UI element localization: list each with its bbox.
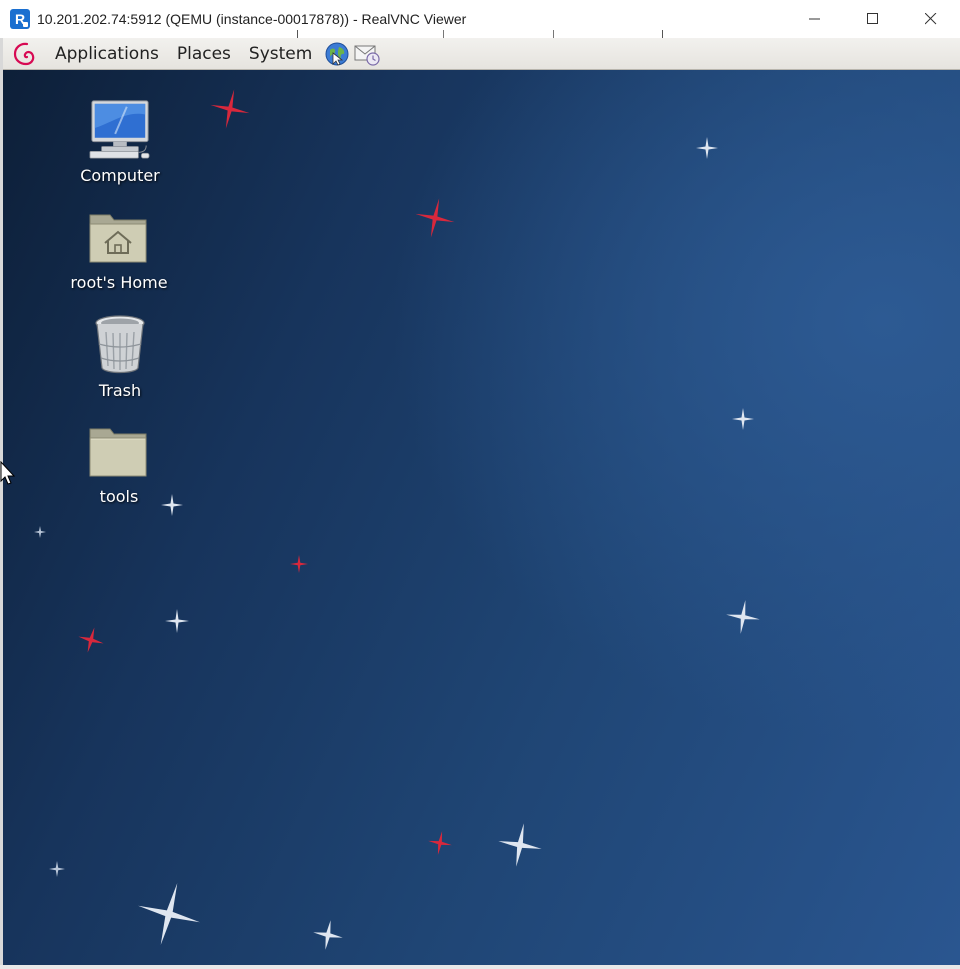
mouse-cursor-icon: [0, 461, 16, 485]
window-title: 10.201.202.74:5912 (QEMU (instance-00017…: [37, 11, 467, 27]
system-menu[interactable]: System: [240, 38, 321, 70]
desktop-background[interactable]: Computer root's Home Trash tools: [3, 70, 960, 965]
white-star-decoration: [313, 920, 343, 950]
mail-client-icon: [354, 45, 380, 66]
red-star-decoration: [78, 627, 104, 653]
red-star-decoration: [428, 831, 452, 855]
computer-icon: [88, 98, 152, 162]
web-browser-icon: [325, 42, 349, 66]
close-icon: [925, 13, 937, 25]
debian-swirl-icon[interactable]: [12, 41, 38, 67]
white-star-decoration: [34, 526, 46, 538]
red-star-decoration: [210, 89, 250, 129]
desktop-icon-tools[interactable]: tools: [59, 419, 179, 506]
realvnc-app-icon[interactable]: R: [10, 9, 30, 29]
vnc-viewer-window: R 10.201.202.74:5912 (QEMU (instance-000…: [0, 0, 960, 969]
folder-icon: [87, 419, 151, 483]
red-star-decoration: [290, 555, 308, 573]
desktop-icon-computer[interactable]: Computer: [60, 98, 180, 185]
minimize-button[interactable]: [786, 0, 844, 38]
desktop-icon-label: Trash: [98, 381, 142, 400]
desktop-icon-label: root's Home: [70, 273, 168, 292]
white-star-decoration: [165, 609, 189, 633]
desktop-icon-label: tools: [99, 487, 139, 506]
close-button[interactable]: [902, 0, 960, 38]
home-folder-icon: [87, 205, 151, 269]
web-browser-launcher[interactable]: [323, 40, 351, 68]
white-star-decoration: [138, 883, 200, 945]
desktop-icon-home[interactable]: root's Home: [59, 205, 179, 292]
white-star-decoration: [49, 861, 65, 877]
trash-icon: [88, 313, 152, 377]
places-menu[interactable]: Places: [168, 38, 240, 70]
minimize-icon: [809, 18, 820, 20]
desktop-icon-label: Computer: [80, 166, 160, 185]
applications-menu[interactable]: Applications: [46, 38, 168, 70]
white-star-decoration: [498, 823, 542, 867]
window-bottom-border: [0, 965, 960, 969]
white-star-decoration: [726, 600, 760, 634]
mail-client-launcher[interactable]: [353, 40, 381, 68]
desktop-icon-trash[interactable]: Trash: [60, 313, 180, 400]
white-star-decoration: [732, 408, 754, 430]
red-star-decoration: [415, 198, 455, 238]
window-controls: [786, 0, 960, 38]
maximize-icon: [867, 13, 878, 24]
white-star-decoration: [696, 137, 718, 159]
gnome-top-panel: Applications Places System: [3, 38, 960, 70]
maximize-button[interactable]: [844, 0, 902, 38]
